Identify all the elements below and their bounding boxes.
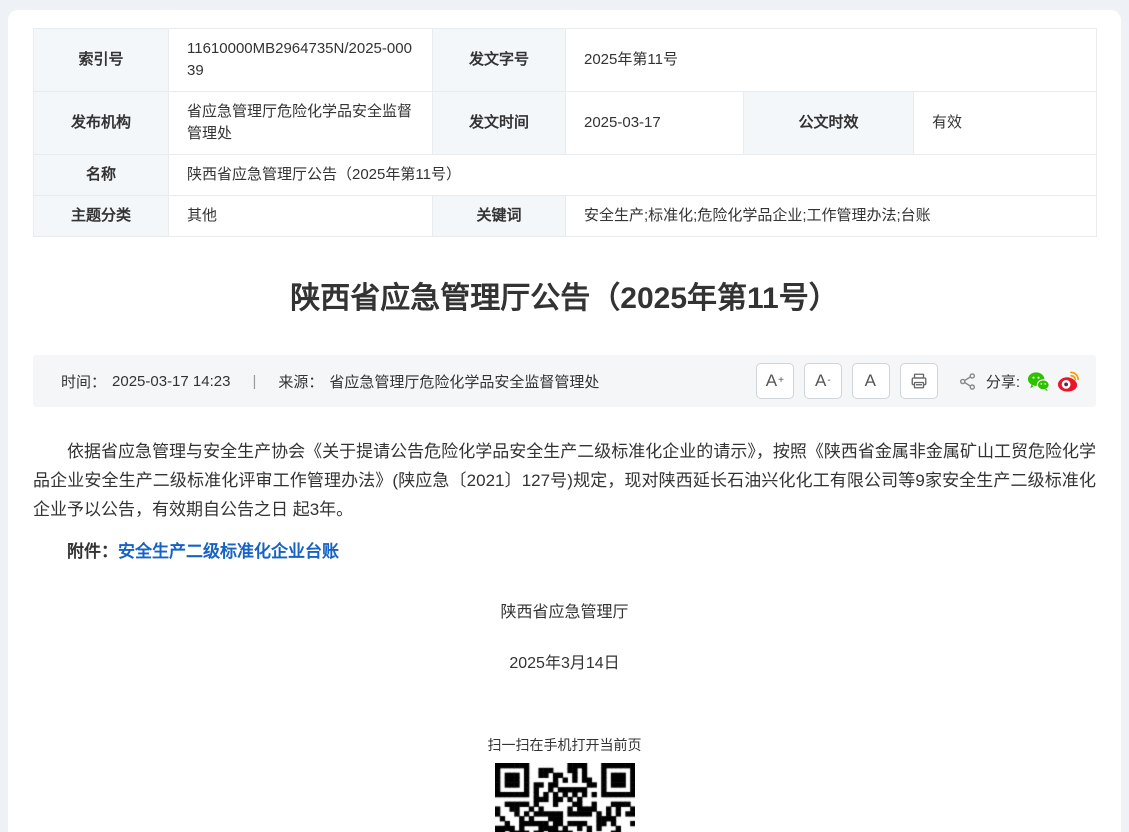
- category-label: 主题分类: [34, 196, 169, 237]
- agency-label: 发布机构: [34, 92, 169, 155]
- article-body: 依据省应急管理与安全生产协会《关于提请公告危险化学品安全生产二级标准化企业的请示…: [33, 437, 1096, 832]
- share-label: 分享:: [986, 371, 1020, 392]
- document-card: 索引号 11610000MB2964735N/2025-00039 发文字号 2…: [8, 10, 1121, 832]
- index-label: 索引号: [34, 29, 169, 92]
- body-paragraph: 依据省应急管理与安全生产协会《关于提请公告危险化学品安全生产二级标准化企业的请示…: [33, 437, 1096, 524]
- index-value: 11610000MB2964735N/2025-00039: [169, 29, 433, 92]
- document-meta-table: 索引号 11610000MB2964735N/2025-00039 发文字号 2…: [33, 28, 1097, 237]
- qr-code-image: [495, 763, 635, 832]
- share-group: 分享:: [956, 369, 1080, 393]
- weibo-share-button[interactable]: [1056, 369, 1080, 393]
- docnum-label: 发文字号: [433, 29, 566, 92]
- wechat-share-button[interactable]: [1026, 369, 1050, 393]
- source-label: 来源：: [278, 371, 323, 392]
- table-row: 发布机构 省应急管理厅危险化学品安全监督管理处 发文时间 2025-03-17 …: [34, 92, 1097, 155]
- qr-caption: 扫一扫在手机打开当前页: [33, 735, 1096, 755]
- time-label: 时间：: [61, 371, 106, 392]
- agency-value: 省应急管理厅危险化学品安全监督管理处: [169, 92, 433, 155]
- name-value: 陕西省应急管理厅公告（2025年第11号）: [169, 155, 1097, 196]
- font-decrease-button[interactable]: A-: [804, 363, 842, 399]
- validity-value: 有效: [914, 92, 1097, 155]
- table-row: 名称 陕西省应急管理厅公告（2025年第11号）: [34, 155, 1097, 196]
- validity-label: 公文时效: [744, 92, 914, 155]
- keywords-value: 安全生产;标准化;危险化学品企业;工作管理办法;台账: [566, 196, 1097, 237]
- qr-section: 扫一扫在手机打开当前页: [33, 735, 1096, 832]
- print-button[interactable]: [900, 363, 938, 399]
- signature: 陕西省应急管理厅: [33, 598, 1096, 622]
- keywords-label: 关键词: [433, 196, 566, 237]
- page-title: 陕西省应急管理厅公告（2025年第11号）: [33, 277, 1096, 321]
- category-value: 其他: [169, 196, 433, 237]
- time-value: 2025-03-17 14:23: [112, 373, 230, 390]
- date-value: 2025-03-17: [566, 92, 744, 155]
- font-reset-button[interactable]: A: [852, 363, 890, 399]
- font-increase-button[interactable]: A+: [756, 363, 794, 399]
- table-row: 索引号 11610000MB2964735N/2025-00039 发文字号 2…: [34, 29, 1097, 92]
- weibo-icon: [1057, 370, 1080, 393]
- attachment-line: 附件：安全生产二级标准化企业台账: [33, 537, 1096, 566]
- date-label: 发文时间: [433, 92, 566, 155]
- toolbar-separator: |: [252, 373, 256, 390]
- toolbar-actions: A+ A- A: [756, 363, 1080, 399]
- wechat-icon: [1027, 370, 1050, 393]
- source-value: 省应急管理厅危险化学品安全监督管理处: [329, 371, 599, 392]
- sign-date: 2025年3月14日: [33, 649, 1096, 673]
- share-icon: [956, 369, 980, 393]
- attachment-link[interactable]: 安全生产二级标准化企业台账: [118, 542, 339, 561]
- table-row: 主题分类 其他 关键词 安全生产;标准化;危险化学品企业;工作管理办法;台账: [34, 196, 1097, 237]
- attachment-label: 附件：: [67, 542, 118, 561]
- docnum-value: 2025年第11号: [566, 29, 1097, 92]
- article-toolbar: 时间： 2025-03-17 14:23 | 来源： 省应急管理厅危险化学品安全…: [33, 355, 1096, 407]
- name-label: 名称: [34, 155, 169, 196]
- print-icon: [907, 369, 931, 393]
